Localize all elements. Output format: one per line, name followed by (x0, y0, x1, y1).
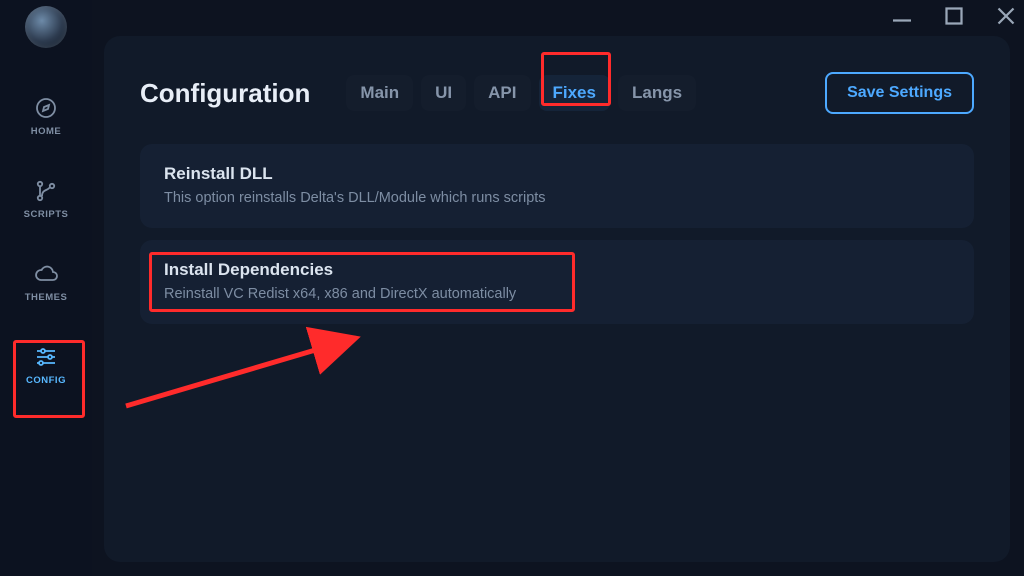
sidebar-item-label: THEMES (25, 292, 68, 303)
page-title: Configuration (140, 78, 310, 109)
panel-reinstall-dll[interactable]: Reinstall DLL This option reinstalls Del… (140, 144, 974, 228)
close-button[interactable] (994, 4, 1018, 28)
save-settings-button[interactable]: Save Settings (825, 72, 974, 114)
sidebar: HOME SCRIPTS THEMES CONFIG (0, 0, 92, 576)
tab-langs[interactable]: Langs (618, 75, 696, 111)
tab-main[interactable]: Main (346, 75, 413, 111)
sliders-icon (34, 345, 58, 369)
sidebar-item-label: SCRIPTS (24, 209, 69, 220)
cloud-icon (34, 262, 58, 286)
minimize-button[interactable] (890, 4, 914, 28)
sidebar-item-themes[interactable]: THEMES (15, 254, 77, 311)
sidebar-item-label: CONFIG (26, 375, 66, 386)
panel-title: Reinstall DLL (164, 164, 950, 184)
header-row: Configuration Main UI API Fixes Langs Sa… (140, 72, 974, 114)
panel-title: Install Dependencies (164, 260, 950, 280)
sidebar-item-label: HOME (31, 126, 62, 137)
sidebar-item-home[interactable]: HOME (15, 88, 77, 145)
panel-desc: Reinstall VC Redist x64, x86 and DirectX… (164, 286, 950, 302)
tabs: Main UI API Fixes Langs (346, 75, 696, 111)
window-controls (890, 4, 1018, 28)
content-pane: Configuration Main UI API Fixes Langs Sa… (104, 36, 1010, 562)
tab-ui[interactable]: UI (421, 75, 466, 111)
maximize-button[interactable] (942, 4, 966, 28)
panel-install-dependencies[interactable]: Install Dependencies Reinstall VC Redist… (140, 240, 974, 324)
compass-icon (34, 96, 58, 120)
sidebar-item-scripts[interactable]: SCRIPTS (15, 171, 77, 228)
panel-desc: This option reinstalls Delta's DLL/Modul… (164, 190, 950, 206)
sidebar-item-config[interactable]: CONFIG (15, 337, 77, 394)
branch-icon (34, 179, 58, 203)
tab-fixes[interactable]: Fixes (539, 75, 610, 111)
tab-api[interactable]: API (474, 75, 530, 111)
app-logo (25, 6, 67, 48)
